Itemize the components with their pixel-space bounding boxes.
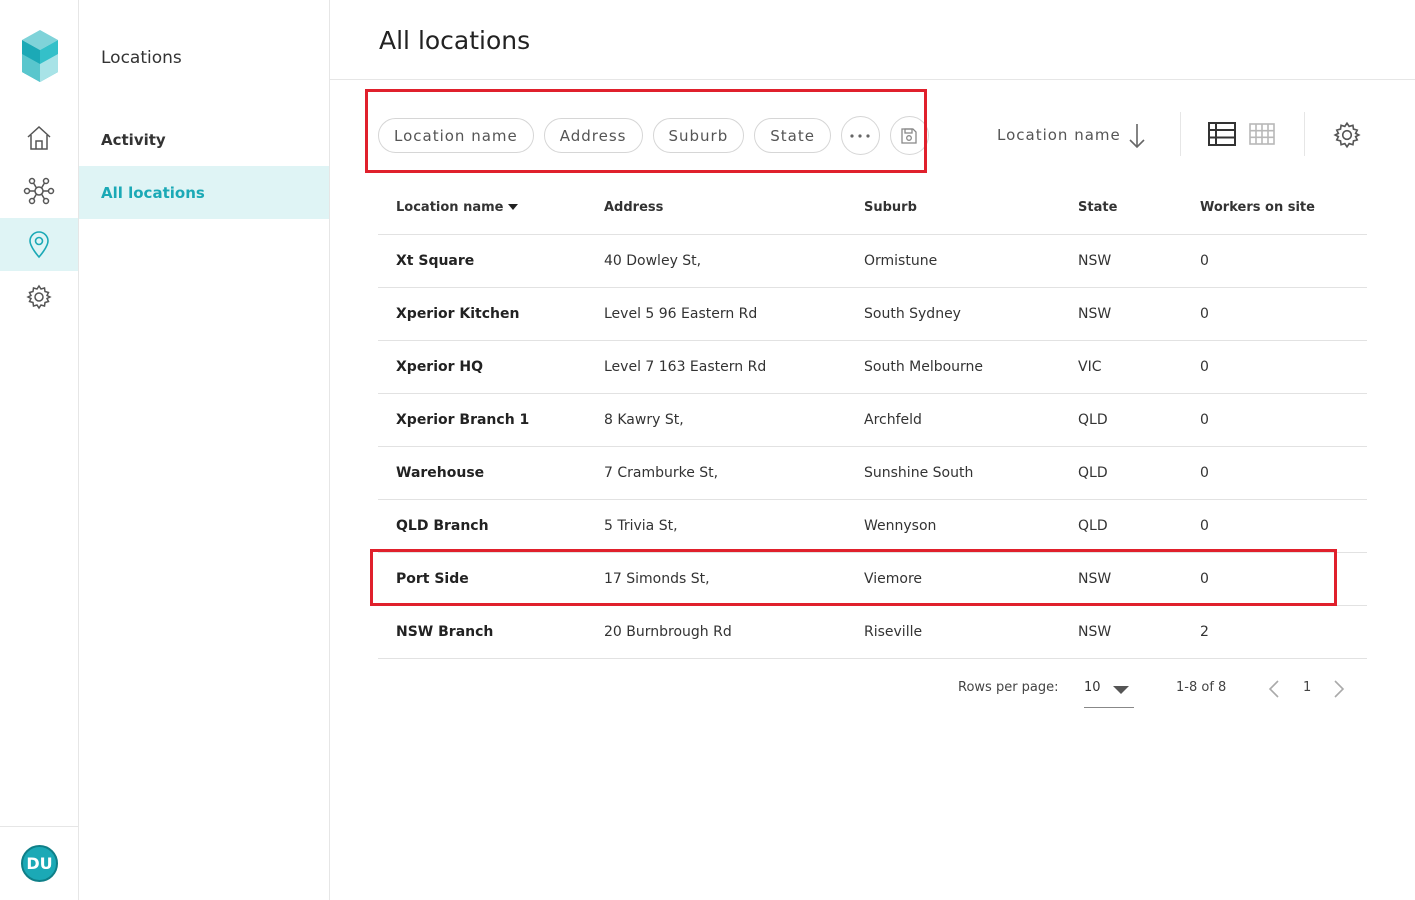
chevron-down-icon	[1113, 686, 1129, 694]
column-header-state[interactable]: State	[1060, 181, 1182, 235]
locations-sidebar: Locations Activity All locations	[79, 0, 330, 900]
rows-per-page-label: Rows per page:	[958, 680, 1059, 695]
cell-suburb: Sunshine South	[846, 446, 1060, 500]
next-page-chevron-icon[interactable]	[1333, 679, 1345, 699]
cell-location-name: Xperior HQ	[378, 340, 586, 394]
cell-address: Level 5 96 Eastern Rd	[586, 287, 846, 341]
cell-suburb: South Sydney	[846, 287, 1060, 341]
cell-location-name: Warehouse	[378, 446, 586, 500]
cell-state: VIC	[1060, 340, 1182, 394]
cell-location-name: Xt Square	[378, 234, 586, 288]
cell-workers: 0	[1182, 287, 1367, 341]
cell-address: 40 Dowley St,	[586, 234, 846, 288]
cell-suburb: Riseville	[846, 605, 1060, 659]
column-header-address[interactable]: Address	[586, 181, 846, 235]
rail-home-button[interactable]	[0, 111, 78, 164]
table-row[interactable]: Xperior Branch 1 8 Kawry St, Archfeld QL…	[378, 393, 1367, 447]
rail-network-button[interactable]	[0, 164, 78, 217]
column-header-workers-on-site[interactable]: Workers on site	[1182, 181, 1367, 235]
brand-logo-icon	[22, 30, 58, 82]
sidebar-item-all-locations[interactable]: All locations	[79, 166, 329, 219]
table-row[interactable]: Warehouse 7 Cramburke St, Sunshine South…	[378, 446, 1367, 500]
main-content: All locations Location name Address Subu…	[330, 0, 1415, 900]
cell-workers: 0	[1182, 499, 1367, 553]
table-row[interactable]: Xt Square 40 Dowley St, Ormistune NSW 0	[378, 234, 1367, 288]
column-header-location-name[interactable]: Location name	[378, 181, 586, 235]
cell-suburb: South Melbourne	[846, 340, 1060, 394]
table-row[interactable]: NSW Branch 20 Burnbrough Rd Riseville NS…	[378, 605, 1367, 659]
toolbar-divider	[1304, 112, 1305, 156]
sidebar-item-label: All locations	[101, 183, 205, 202]
cell-location-name: NSW Branch	[378, 605, 586, 659]
rows-per-page-value: 10	[1084, 680, 1101, 695]
page-title: All locations	[379, 26, 531, 55]
cell-workers: 0	[1182, 393, 1367, 447]
filter-highlight-box	[365, 89, 927, 173]
cell-location-name: QLD Branch	[378, 499, 586, 553]
table-settings-gear-icon[interactable]	[1333, 121, 1361, 149]
cell-address: 8 Kawry St,	[586, 393, 846, 447]
sort-caret-icon	[508, 204, 519, 211]
table-row[interactable]: Xperior HQ Level 7 163 Eastern Rd South …	[378, 340, 1367, 394]
row-highlight-box	[370, 549, 1337, 606]
cell-suburb: Archfeld	[846, 393, 1060, 447]
table-row[interactable]: QLD Branch 5 Trivia St, Wennyson QLD 0	[378, 499, 1367, 553]
table-header-row: Location name Address Suburb State Worke…	[378, 181, 1367, 235]
cell-state: QLD	[1060, 499, 1182, 553]
location-pin-icon	[29, 230, 49, 258]
cell-workers: 0	[1182, 234, 1367, 288]
cell-address: 20 Burnbrough Rd	[586, 605, 846, 659]
cell-suburb: Ormistune	[846, 234, 1060, 288]
network-icon	[23, 177, 55, 204]
avatar[interactable]: DU	[21, 845, 58, 882]
sidebar-title: Locations	[101, 48, 182, 68]
cell-address: 7 Cramburke St,	[586, 446, 846, 500]
cell-workers: 0	[1182, 446, 1367, 500]
cell-workers: 2	[1182, 605, 1367, 659]
sidebar-item-activity[interactable]: Activity	[79, 113, 329, 166]
column-header-suburb[interactable]: Suburb	[846, 181, 1060, 235]
cell-state: NSW	[1060, 234, 1182, 288]
cell-state: QLD	[1060, 393, 1182, 447]
current-page-number[interactable]: 1	[1303, 680, 1311, 695]
cell-location-name: Xperior Kitchen	[378, 287, 586, 341]
sidebar-item-label: Activity	[101, 130, 166, 149]
cell-workers: 0	[1182, 340, 1367, 394]
cell-address: Level 7 163 Eastern Rd	[586, 340, 846, 394]
cell-location-name: Xperior Branch 1	[378, 393, 586, 447]
cell-suburb: Wennyson	[846, 499, 1060, 553]
cell-state: NSW	[1060, 605, 1182, 659]
cell-address: 5 Trivia St,	[586, 499, 846, 553]
previous-page-chevron-icon[interactable]	[1268, 679, 1280, 699]
toolbar-divider	[1180, 112, 1181, 156]
home-icon	[27, 125, 51, 150]
rail-locations-button[interactable]	[0, 218, 78, 271]
rail-divider	[0, 826, 78, 827]
sort-descending-arrow-icon[interactable]	[1128, 122, 1146, 150]
cell-state: QLD	[1060, 446, 1182, 500]
sort-field-label[interactable]: Location name	[997, 126, 1121, 144]
gear-icon	[26, 284, 52, 309]
header-divider	[330, 79, 1415, 80]
rows-per-page-select[interactable]: 10	[1084, 680, 1134, 708]
list-view-icon[interactable]	[1208, 122, 1236, 146]
icon-rail: DU	[0, 0, 79, 900]
pagination-range: 1-8 of 8	[1176, 680, 1227, 695]
table-row[interactable]: Xperior Kitchen Level 5 96 Eastern Rd So…	[378, 287, 1367, 341]
grid-view-icon[interactable]	[1249, 123, 1275, 145]
rail-settings-button[interactable]	[0, 270, 78, 323]
cell-state: NSW	[1060, 287, 1182, 341]
